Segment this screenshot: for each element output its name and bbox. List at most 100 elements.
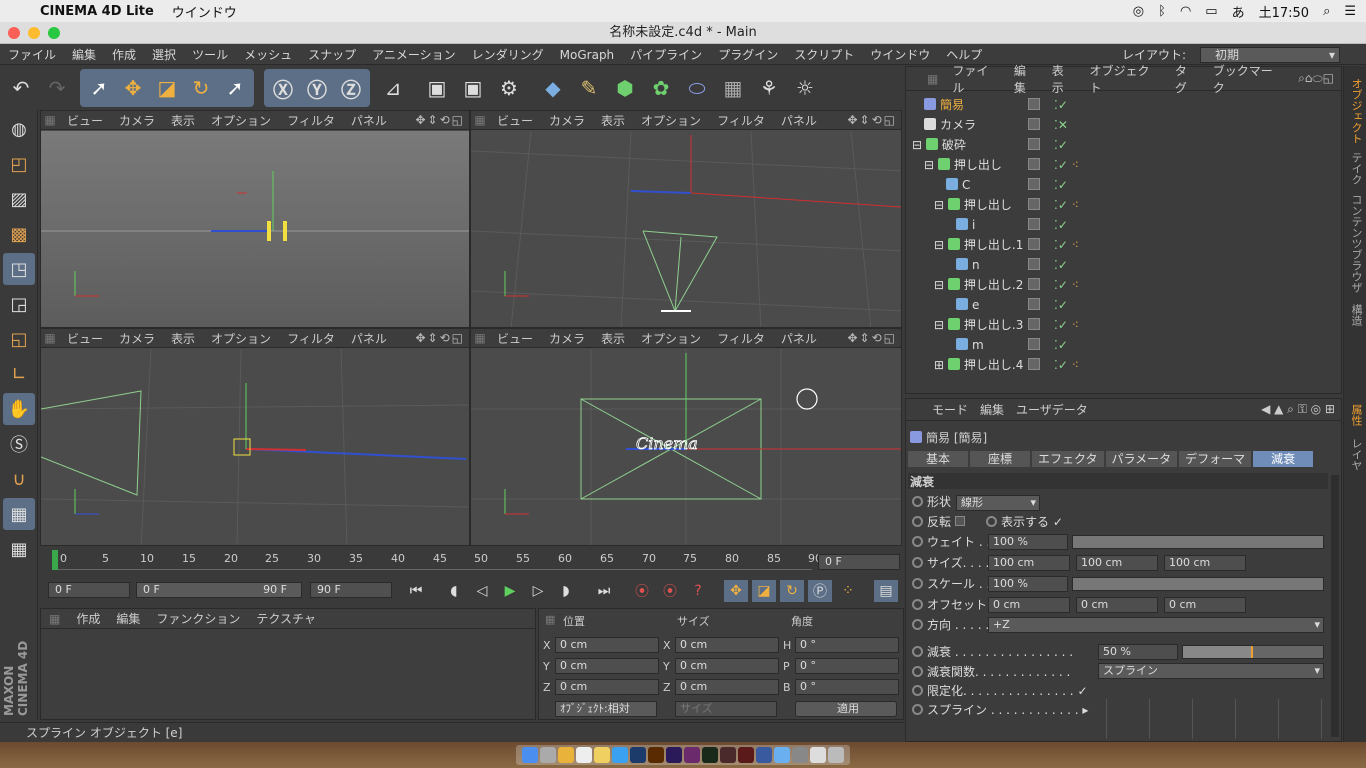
notes-icon[interactable] xyxy=(594,747,610,763)
chrome-icon[interactable] xyxy=(558,747,574,763)
anim-radio-icon[interactable] xyxy=(912,557,923,568)
light-icon[interactable]: ☼ xyxy=(788,71,822,105)
menu-file[interactable]: ファイル xyxy=(0,46,64,63)
pos-z-field[interactable]: 0 cm xyxy=(555,679,659,695)
enabled-check-icon[interactable]: ⁚✓ xyxy=(1054,295,1068,315)
visibility-icon[interactable] xyxy=(1028,318,1040,330)
visibility-icon[interactable] xyxy=(1028,298,1040,310)
obj-menu-objects[interactable]: オブジェクト xyxy=(1083,62,1168,96)
mac-menu-window[interactable]: ウインドウ xyxy=(172,2,237,21)
enabled-check-icon[interactable]: ⁚✓ ⁖ xyxy=(1054,355,1079,375)
illustrator-icon[interactable] xyxy=(648,747,664,763)
battery-icon[interactable]: ▭ xyxy=(1205,4,1217,19)
move-icon[interactable]: ✥ xyxy=(116,71,150,105)
object-row[interactable]: 簡易 ⁚✓ xyxy=(906,95,1343,115)
tab-basic[interactable]: 基本 xyxy=(908,451,968,467)
pos-x-field[interactable]: 0 cm xyxy=(555,637,659,653)
enabled-check-icon[interactable]: ⁚✓ ⁖ xyxy=(1054,275,1079,295)
tab-deformer[interactable]: デフォーマ xyxy=(1179,451,1252,467)
chevron-right-icon[interactable]: ▸ xyxy=(1082,703,1088,717)
obj-menu-file[interactable]: ファイル xyxy=(945,62,1007,96)
object-row[interactable]: カメラ ⁚✕ xyxy=(906,115,1343,135)
apply-button[interactable]: 適用 xyxy=(795,701,897,717)
anim-radio-icon[interactable] xyxy=(912,619,923,630)
pen-icon[interactable]: ✎ xyxy=(572,71,606,105)
vp2-menu-camera[interactable]: カメラ xyxy=(541,112,593,129)
prev-frame-icon[interactable]: ◁ xyxy=(470,580,494,602)
size-y-field[interactable]: 0 cm xyxy=(675,658,779,674)
menu-snap[interactable]: スナップ xyxy=(300,46,364,63)
finder-icon[interactable] xyxy=(522,747,538,763)
autokey-icon[interactable]: ⦿ xyxy=(658,580,682,602)
character-animator-icon[interactable] xyxy=(720,747,736,763)
menu-mograph[interactable]: MoGraph xyxy=(552,48,623,62)
current-frame-field[interactable]: 0 F xyxy=(818,554,900,570)
sidetab-content-browser[interactable]: コンテンツブラウザ xyxy=(1347,194,1364,293)
menu-window[interactable]: ウインドウ xyxy=(862,46,938,63)
vp1-menu-view[interactable]: ビュー xyxy=(59,112,111,129)
viewport-canvas[interactable] xyxy=(41,349,470,546)
object-row[interactable]: ⊟ 押し出し.1 ⁚✓ ⁖ xyxy=(906,235,1343,255)
object-row[interactable]: ⊟ 押し出し.3 ⁚✓ ⁖ xyxy=(906,315,1343,335)
enabled-check-icon[interactable]: ⁚✓ ⁖ xyxy=(1054,315,1079,335)
show-checkbox[interactable]: ✓ xyxy=(1053,515,1063,529)
attr-menu-mode[interactable]: モード xyxy=(926,401,974,418)
tab-falloff[interactable]: 減衰 xyxy=(1253,451,1314,467)
enabled-check-icon[interactable]: ⁚✓ ⁖ xyxy=(1054,155,1079,175)
floor-icon[interactable]: ▦ xyxy=(716,71,750,105)
launchpad-icon[interactable] xyxy=(540,747,556,763)
menu-select[interactable]: 選択 xyxy=(144,46,184,63)
invert-checkbox[interactable] xyxy=(954,516,965,526)
timeline-ruler[interactable]: 0 5 10 15 20 25 30 35 40 45 50 55 60 65 … xyxy=(52,550,822,570)
vp3-menu-display[interactable]: 表示 xyxy=(163,330,203,347)
vp2-menu-display[interactable]: 表示 xyxy=(593,112,633,129)
camera-icon[interactable]: ⚘ xyxy=(752,71,786,105)
recent-tool-icon[interactable]: ➚ xyxy=(218,71,252,105)
rot-b-field[interactable]: 0 ° xyxy=(795,679,899,695)
ime-indicator[interactable]: あ xyxy=(1232,2,1245,21)
enabled-check-icon[interactable]: ⁚✓ xyxy=(1054,215,1068,235)
safari-icon[interactable] xyxy=(612,747,628,763)
attr-menu-edit[interactable]: 編集 xyxy=(974,401,1010,418)
object-row[interactable]: ⊟ 破砕 ⁚✓ xyxy=(906,135,1343,155)
attr-nav-icons[interactable]: ◀ ▲ ⌕ ⚿ ◎ ⊞ xyxy=(1255,402,1341,417)
tab-coord[interactable]: 座標 xyxy=(970,451,1030,467)
tab-parameter[interactable]: パラメータ xyxy=(1105,451,1178,467)
magnet-icon[interactable]: ∪ xyxy=(3,463,35,495)
vp4-menu-camera[interactable]: カメラ xyxy=(541,330,593,347)
visibility-icon[interactable] xyxy=(1028,358,1040,370)
limit-checkbox[interactable]: ✓ xyxy=(1077,684,1087,698)
rot-h-field[interactable]: 0 ° xyxy=(795,637,899,653)
vp2-menu-filter[interactable]: フィルタ xyxy=(709,112,773,129)
planar-workplane-icon[interactable]: ▦ xyxy=(3,533,35,565)
creative-cloud-icon[interactable]: ◎ xyxy=(1133,4,1144,19)
offset-y-field[interactable]: 0 cm xyxy=(1076,597,1158,613)
render-settings-icon[interactable]: ⚙ xyxy=(492,71,526,105)
layout-dropdown[interactable]: 初期 ▾ xyxy=(1200,46,1340,63)
prev-key-icon[interactable]: ◖ xyxy=(442,580,466,602)
notification-center-icon[interactable]: ☰ xyxy=(1344,4,1356,19)
vp1-menu-panel[interactable]: パネル xyxy=(343,112,395,129)
pos-y-field[interactable]: 0 cm xyxy=(555,658,659,674)
x-axis-icon[interactable]: Ⓧ xyxy=(266,71,300,105)
rotate-icon[interactable]: ↻ xyxy=(184,71,218,105)
preview-icon[interactable] xyxy=(810,747,826,763)
viewport-perspective[interactable]: ▦ ビュー カメラ 表示 オプション フィルタ パネル ✥⇕⟲◱ xyxy=(40,110,470,328)
viewport-nav-icons[interactable]: ✥⇕⟲◱ xyxy=(415,113,469,127)
object-row[interactable]: i ⁚✓ xyxy=(906,215,1343,235)
obj-menu-tags[interactable]: タグ xyxy=(1168,62,1206,96)
preview-range-slider[interactable]: 0 F 90 F xyxy=(136,582,302,598)
viewport-canvas[interactable]: Cinema xyxy=(471,349,902,546)
offset-z-field[interactable]: 0 cm xyxy=(1164,597,1246,613)
sidetab-takes[interactable]: テイク xyxy=(1347,152,1364,185)
vp2-menu-view[interactable]: ビュー xyxy=(489,112,541,129)
close-window-button[interactable] xyxy=(8,27,20,39)
size-z-field[interactable]: 0 cm xyxy=(675,679,779,695)
points-mode-icon[interactable]: ◳ xyxy=(3,253,35,285)
enabled-check-icon[interactable]: ⁚✓ xyxy=(1054,135,1068,155)
record-icon[interactable]: ⦿ xyxy=(630,580,654,602)
viewport-right[interactable]: ▦ ビュー カメラ 表示 オプション フィルタ パネル ✥⇕⟲◱ xyxy=(40,328,470,546)
scale-icon[interactable]: ◪ xyxy=(150,71,184,105)
model-mode-icon[interactable]: ◰ xyxy=(3,148,35,180)
key-pla-icon[interactable]: ⁘ xyxy=(836,580,860,602)
